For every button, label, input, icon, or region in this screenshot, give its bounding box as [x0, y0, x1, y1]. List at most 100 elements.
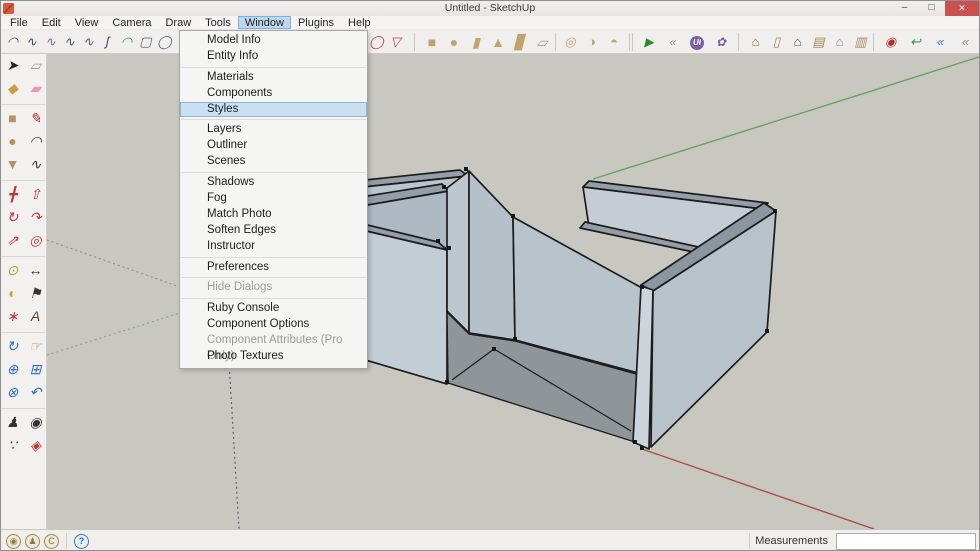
zoom-extents-tool[interactable]: ⊗ [1, 381, 24, 404]
record-icon[interactable]: ◉ [878, 31, 903, 53]
eraser-tool[interactable]: ▰ [24, 77, 47, 100]
offset-tool[interactable]: ◎ [24, 229, 47, 252]
polygon-tool[interactable]: ▼ [1, 153, 24, 176]
toolbar-divider[interactable] [1, 252, 45, 257]
menu-help[interactable]: Help [341, 16, 378, 29]
push-pull-tool[interactable]: ⇧ [24, 183, 47, 206]
menu-draw[interactable]: Draw [158, 16, 198, 29]
toolbar-divider[interactable] [1, 328, 45, 333]
menu-item-materials[interactable]: Materials [180, 70, 367, 86]
back-gray-icon[interactable]: « [953, 31, 978, 53]
menu-tools[interactable]: Tools [198, 16, 238, 29]
dome-solid-icon[interactable]: ▊ [509, 31, 531, 53]
bezier-curve-icon[interactable]: ∿ [22, 31, 41, 53]
play-plugin-icon[interactable]: ▶ [637, 31, 661, 53]
geolocation-icon[interactable]: ◉ [6, 533, 21, 549]
spline-icon[interactable]: ∿ [79, 31, 98, 53]
garage-icon[interactable]: ▥ [850, 31, 871, 53]
menu-item-soften-edges[interactable]: Soften Edges [180, 223, 367, 239]
axes-tool[interactable]: ∗ [1, 305, 24, 328]
menu-camera[interactable]: Camera [105, 16, 158, 29]
s-curve-icon[interactable]: ʃ [98, 31, 117, 53]
orbit-tool[interactable]: ↻ [1, 335, 24, 358]
zoom-tool[interactable]: ⊕ [1, 358, 24, 381]
move-tool[interactable]: ╋ [1, 183, 24, 206]
menu-edit[interactable]: Edit [35, 16, 68, 29]
bezier-edit-icon[interactable]: ∿ [41, 31, 60, 53]
menu-item-component-options[interactable]: Component Options [180, 317, 367, 333]
scale-tool[interactable]: ⇗ [1, 229, 24, 252]
menu-item-match-photo[interactable]: Match Photo [180, 207, 367, 223]
menu-window[interactable]: Window [237, 16, 291, 29]
wedge-shape-icon[interactable]: ▽ [386, 31, 405, 53]
make-component-tool[interactable]: ▱ [24, 54, 47, 77]
sphere-tool-icon[interactable]: ◑ [581, 31, 603, 53]
menu-item-photo-textures[interactable]: Photo Textures [180, 349, 367, 365]
arc-tool-icon[interactable]: ◠ [3, 31, 22, 53]
cone-solid-icon[interactable]: ▲ [487, 31, 509, 53]
menu-item-shadows[interactable]: Shadows [180, 175, 367, 191]
oval-shape-icon[interactable]: ◯ [367, 31, 386, 53]
toolbar-divider[interactable] [1, 176, 45, 181]
menu-item-scenes[interactable]: Scenes [180, 154, 367, 170]
help-icon[interactable]: ? [74, 533, 89, 549]
rounded-rect-icon[interactable]: ▢ [136, 31, 155, 53]
position-camera-tool[interactable]: ♟ [1, 411, 24, 434]
dome-arrow-icon[interactable]: ◓ [603, 31, 625, 53]
green-arc-icon[interactable]: ◠ [117, 31, 136, 53]
paint-bucket-tool[interactable]: ◆ [1, 77, 24, 100]
plane-solid-icon[interactable]: ▱ [531, 31, 553, 53]
menu-item-instructor[interactable]: Instructor [180, 239, 367, 255]
ui-plugin-icon[interactable]: UI [685, 31, 709, 53]
menu-view[interactable]: View [68, 16, 106, 29]
rewind-plugin-icon[interactable]: « [661, 31, 685, 53]
flower-plugin-icon[interactable]: ✿ [709, 31, 733, 53]
window-panel-icon[interactable]: ▤ [808, 31, 829, 53]
menu-item-layers[interactable]: Layers [180, 122, 367, 138]
menu-item-entity-info[interactable]: Entity Info [180, 49, 367, 65]
menu-item-ruby-console[interactable]: Ruby Console [180, 301, 367, 317]
sphere-solid-icon[interactable]: ● [443, 31, 465, 53]
3d-text-tool[interactable]: A [24, 305, 47, 328]
arc-tool[interactable]: ◠ [24, 130, 47, 153]
menu-item-fog[interactable]: Fog [180, 191, 367, 207]
rectangle-tool[interactable]: ■ [1, 107, 24, 130]
measurements-input[interactable] [836, 532, 976, 550]
door-panel-icon[interactable]: ▯ [766, 31, 787, 53]
tape-measure-tool[interactable]: ⊙ [1, 259, 24, 282]
house-outline-icon[interactable]: ⌂ [829, 31, 850, 53]
dimension-tool[interactable]: ↔ [24, 259, 47, 282]
toolbar-divider[interactable] [1, 404, 45, 409]
circle-tool[interactable]: ● [1, 130, 24, 153]
line-tool[interactable]: ✎ [24, 107, 47, 130]
restore-button[interactable]: □ [918, 1, 945, 16]
minimize-button[interactable]: – [891, 1, 918, 16]
menu-item-preferences[interactable]: Preferences [180, 260, 367, 276]
menu-item-outliner[interactable]: Outliner [180, 138, 367, 154]
toolbar-divider[interactable] [1, 100, 45, 105]
text-tool[interactable]: ⚑ [24, 282, 47, 305]
house-textured-icon[interactable]: ⌂ [745, 31, 766, 53]
circle-shape-icon[interactable]: ◯ [155, 31, 174, 53]
select-tool[interactable]: ➤ [1, 54, 24, 77]
menu-item-styles[interactable]: Styles [180, 101, 367, 118]
menu-item-model-info[interactable]: Model Info [180, 33, 367, 49]
torus-solid-icon[interactable]: ◎ [559, 31, 581, 53]
menu-plugins[interactable]: Plugins [291, 16, 341, 29]
house-solid-icon[interactable]: ⌂ [787, 31, 808, 53]
cylinder-solid-icon[interactable]: ▮ [465, 31, 487, 53]
back-blue-icon[interactable]: « [928, 31, 953, 53]
section-plane-tool[interactable]: ◈ [24, 434, 47, 457]
box-solid-icon[interactable]: ■ [421, 31, 443, 53]
close-button[interactable]: ✕ [945, 1, 979, 16]
polyline-curve-icon[interactable]: ∿ [60, 31, 79, 53]
follow-me-tool[interactable]: ↷ [24, 206, 47, 229]
freehand-tool[interactable]: ∿ [24, 153, 47, 176]
menu-file[interactable]: File [3, 16, 35, 29]
walk-tool[interactable]: ∵ [1, 434, 24, 457]
rotate-tool[interactable]: ↻ [1, 206, 24, 229]
undo-arrow-icon[interactable]: ↩ [903, 31, 928, 53]
look-around-tool[interactable]: ◉ [24, 411, 47, 434]
menu-item-components[interactable]: Components [180, 86, 367, 102]
claim-credit-icon[interactable]: C [44, 533, 59, 549]
